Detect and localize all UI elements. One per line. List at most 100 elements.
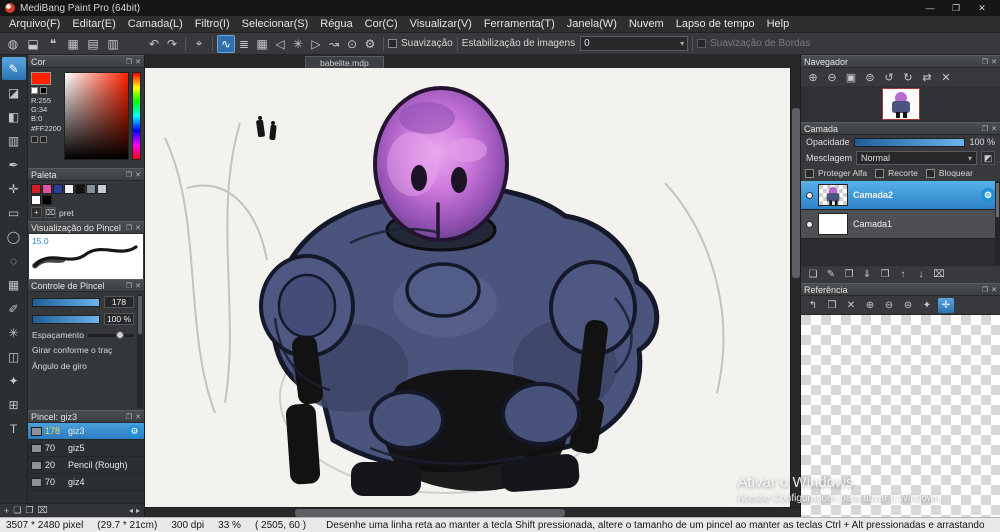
- material-grid-icon[interactable]: ▦: [64, 35, 82, 53]
- text-tool[interactable]: T: [2, 417, 26, 440]
- float-panel-icon[interactable]: ❐: [126, 224, 132, 232]
- brush-size-slider[interactable]: [32, 297, 100, 307]
- layer-opacity-slider[interactable]: [853, 137, 966, 147]
- snap-radial-icon[interactable]: ✳: [289, 35, 307, 53]
- new-layer-settings-icon[interactable]: ✎: [823, 267, 839, 282]
- layout-rows-icon[interactable]: ▤: [84, 35, 102, 53]
- palette-swatch[interactable]: [31, 184, 41, 194]
- duplicate-layer-icon[interactable]: ❐: [841, 267, 857, 282]
- snap-circle-icon[interactable]: ⊙: [343, 35, 361, 53]
- menu-regua[interactable]: Régua: [314, 17, 358, 31]
- snap-off-icon[interactable]: ◁: [271, 35, 289, 53]
- float-panel-icon[interactable]: ❐: [126, 413, 132, 421]
- merge-down-icon[interactable]: ⇓: [859, 267, 875, 282]
- ref-zoom-reset-icon[interactable]: ⊜: [900, 298, 916, 313]
- add-palette-color-button[interactable]: +: [31, 207, 42, 218]
- suavizacao-checkbox[interactable]: [388, 39, 397, 48]
- reset-view-icon[interactable]: ✕: [938, 70, 954, 85]
- layer-visibility-icon[interactable]: [806, 191, 813, 199]
- close-panel-icon[interactable]: ✕: [991, 125, 997, 133]
- close-button[interactable]: ✕: [969, 3, 995, 14]
- undo-icon[interactable]: ↶: [145, 35, 163, 53]
- snap-parallel-icon[interactable]: ▷: [307, 35, 325, 53]
- rotate-cw-icon[interactable]: ↻: [900, 70, 916, 85]
- menu-editar[interactable]: Editar(E): [66, 17, 121, 31]
- zoom-100-icon[interactable]: ⊜: [862, 70, 878, 85]
- eyedropper-tool[interactable]: ✦: [2, 369, 26, 392]
- layer-row[interactable]: Camada1: [801, 210, 1000, 239]
- layer-row[interactable]: Camada2 ⚙: [801, 181, 1000, 210]
- ref-zoom-out-icon[interactable]: ⊖: [881, 298, 897, 313]
- palette-swatch[interactable]: [53, 184, 63, 194]
- brush-opacity-slider[interactable]: [32, 314, 100, 324]
- fg-color-swatch[interactable]: [31, 87, 38, 94]
- new-brush-icon[interactable]: ❏: [13, 505, 21, 516]
- espacamento-slider[interactable]: [87, 330, 134, 339]
- brush-settings-icon[interactable]: ⚙: [128, 424, 141, 438]
- palette-swatch[interactable]: [97, 184, 107, 194]
- bordas-checkbox[interactable]: [697, 39, 707, 48]
- float-panel-icon[interactable]: ❐: [126, 58, 132, 66]
- minimize-button[interactable]: —: [917, 3, 943, 14]
- blend-options-button[interactable]: ◩: [981, 151, 995, 165]
- magic-wand-tool[interactable]: ✳: [2, 321, 26, 344]
- delete-layer-icon[interactable]: ⌧: [931, 267, 947, 282]
- close-panel-icon[interactable]: ✕: [135, 413, 141, 421]
- color-option-1[interactable]: [31, 136, 38, 143]
- float-panel-icon[interactable]: ❐: [126, 171, 132, 179]
- bloquear-checkbox[interactable]: [925, 168, 935, 178]
- menu-selecionar[interactable]: Selecionar(S): [236, 17, 315, 31]
- close-panel-icon[interactable]: ✕: [135, 171, 141, 179]
- canvas-surface[interactable]: [145, 68, 790, 507]
- menu-help[interactable]: Help: [761, 17, 796, 31]
- layer-visibility-icon[interactable]: [806, 220, 813, 228]
- menu-arquivo[interactable]: Arquivo(F): [3, 17, 66, 31]
- controle-scrollbar[interactable]: [137, 294, 143, 408]
- rect-select-tool[interactable]: ▭: [2, 201, 26, 224]
- move-tool[interactable]: ✛: [2, 177, 26, 200]
- flip-horizontal-icon[interactable]: ⇄: [919, 70, 935, 85]
- close-ref-icon[interactable]: ✕: [843, 298, 859, 313]
- ellipse-select-tool[interactable]: ◯: [2, 225, 26, 248]
- angulo-label[interactable]: Ângulo de giro: [32, 361, 134, 371]
- current-color-swatch[interactable]: [31, 72, 51, 85]
- close-panel-icon[interactable]: ✕: [135, 224, 141, 232]
- close-panel-icon[interactable]: ✕: [991, 58, 997, 66]
- saturation-value-picker[interactable]: [64, 72, 129, 160]
- close-panel-icon[interactable]: ✕: [135, 58, 141, 66]
- scroll-right-icon[interactable]: ▸: [136, 506, 140, 515]
- hatch-icon[interactable]: ≣: [235, 35, 253, 53]
- redo-icon[interactable]: ↷: [163, 35, 181, 53]
- stroke-correction-icon[interactable]: ∿: [217, 34, 235, 53]
- brush-opacity-value[interactable]: 100 %: [104, 313, 134, 325]
- close-panel-icon[interactable]: ✕: [991, 286, 997, 294]
- cloud-icon[interactable]: ◍: [4, 35, 22, 53]
- layer-settings-icon[interactable]: ⚙: [981, 188, 995, 202]
- float-panel-icon[interactable]: ❐: [982, 58, 988, 66]
- menu-cor[interactable]: Cor(C): [359, 17, 404, 31]
- proteger-alfa-checkbox[interactable]: [805, 168, 814, 178]
- palette-swatch[interactable]: [42, 184, 52, 194]
- color-option-2[interactable]: [40, 136, 47, 143]
- zoom-out-icon[interactable]: ⊖: [824, 70, 840, 85]
- navegador-preview[interactable]: [801, 86, 1000, 122]
- canvas-horizontal-scrollbar[interactable]: [145, 507, 800, 517]
- menu-filtro[interactable]: Filtro(I): [189, 17, 236, 31]
- bucket-tool[interactable]: ◧: [2, 105, 26, 128]
- brush-list-item[interactable]: 20 Pencil (Rough): [28, 457, 144, 474]
- move-layer-down-icon[interactable]: ↓: [913, 267, 929, 282]
- lasso-tool[interactable]: ◌: [2, 249, 26, 272]
- navegador-thumbnail[interactable]: [881, 88, 920, 120]
- new-folder-icon[interactable]: ❒: [877, 267, 893, 282]
- menu-janela[interactable]: Janela(W): [561, 17, 623, 31]
- bg-color-swatch[interactable]: [40, 87, 47, 94]
- move-layer-up-icon[interactable]: ↑: [895, 267, 911, 282]
- scroll-left-icon[interactable]: ◂: [129, 506, 133, 515]
- snap-settings-icon[interactable]: ⚙: [361, 35, 379, 53]
- rotate-ccw-icon[interactable]: ↺: [881, 70, 897, 85]
- palette-swatch[interactable]: [86, 184, 96, 194]
- gradient-tool[interactable]: ▥: [2, 129, 26, 152]
- menu-camada[interactable]: Camada(L): [122, 17, 189, 31]
- palette-swatch[interactable]: [75, 184, 85, 194]
- menu-ferramenta[interactable]: Ferramenta(T): [478, 17, 561, 31]
